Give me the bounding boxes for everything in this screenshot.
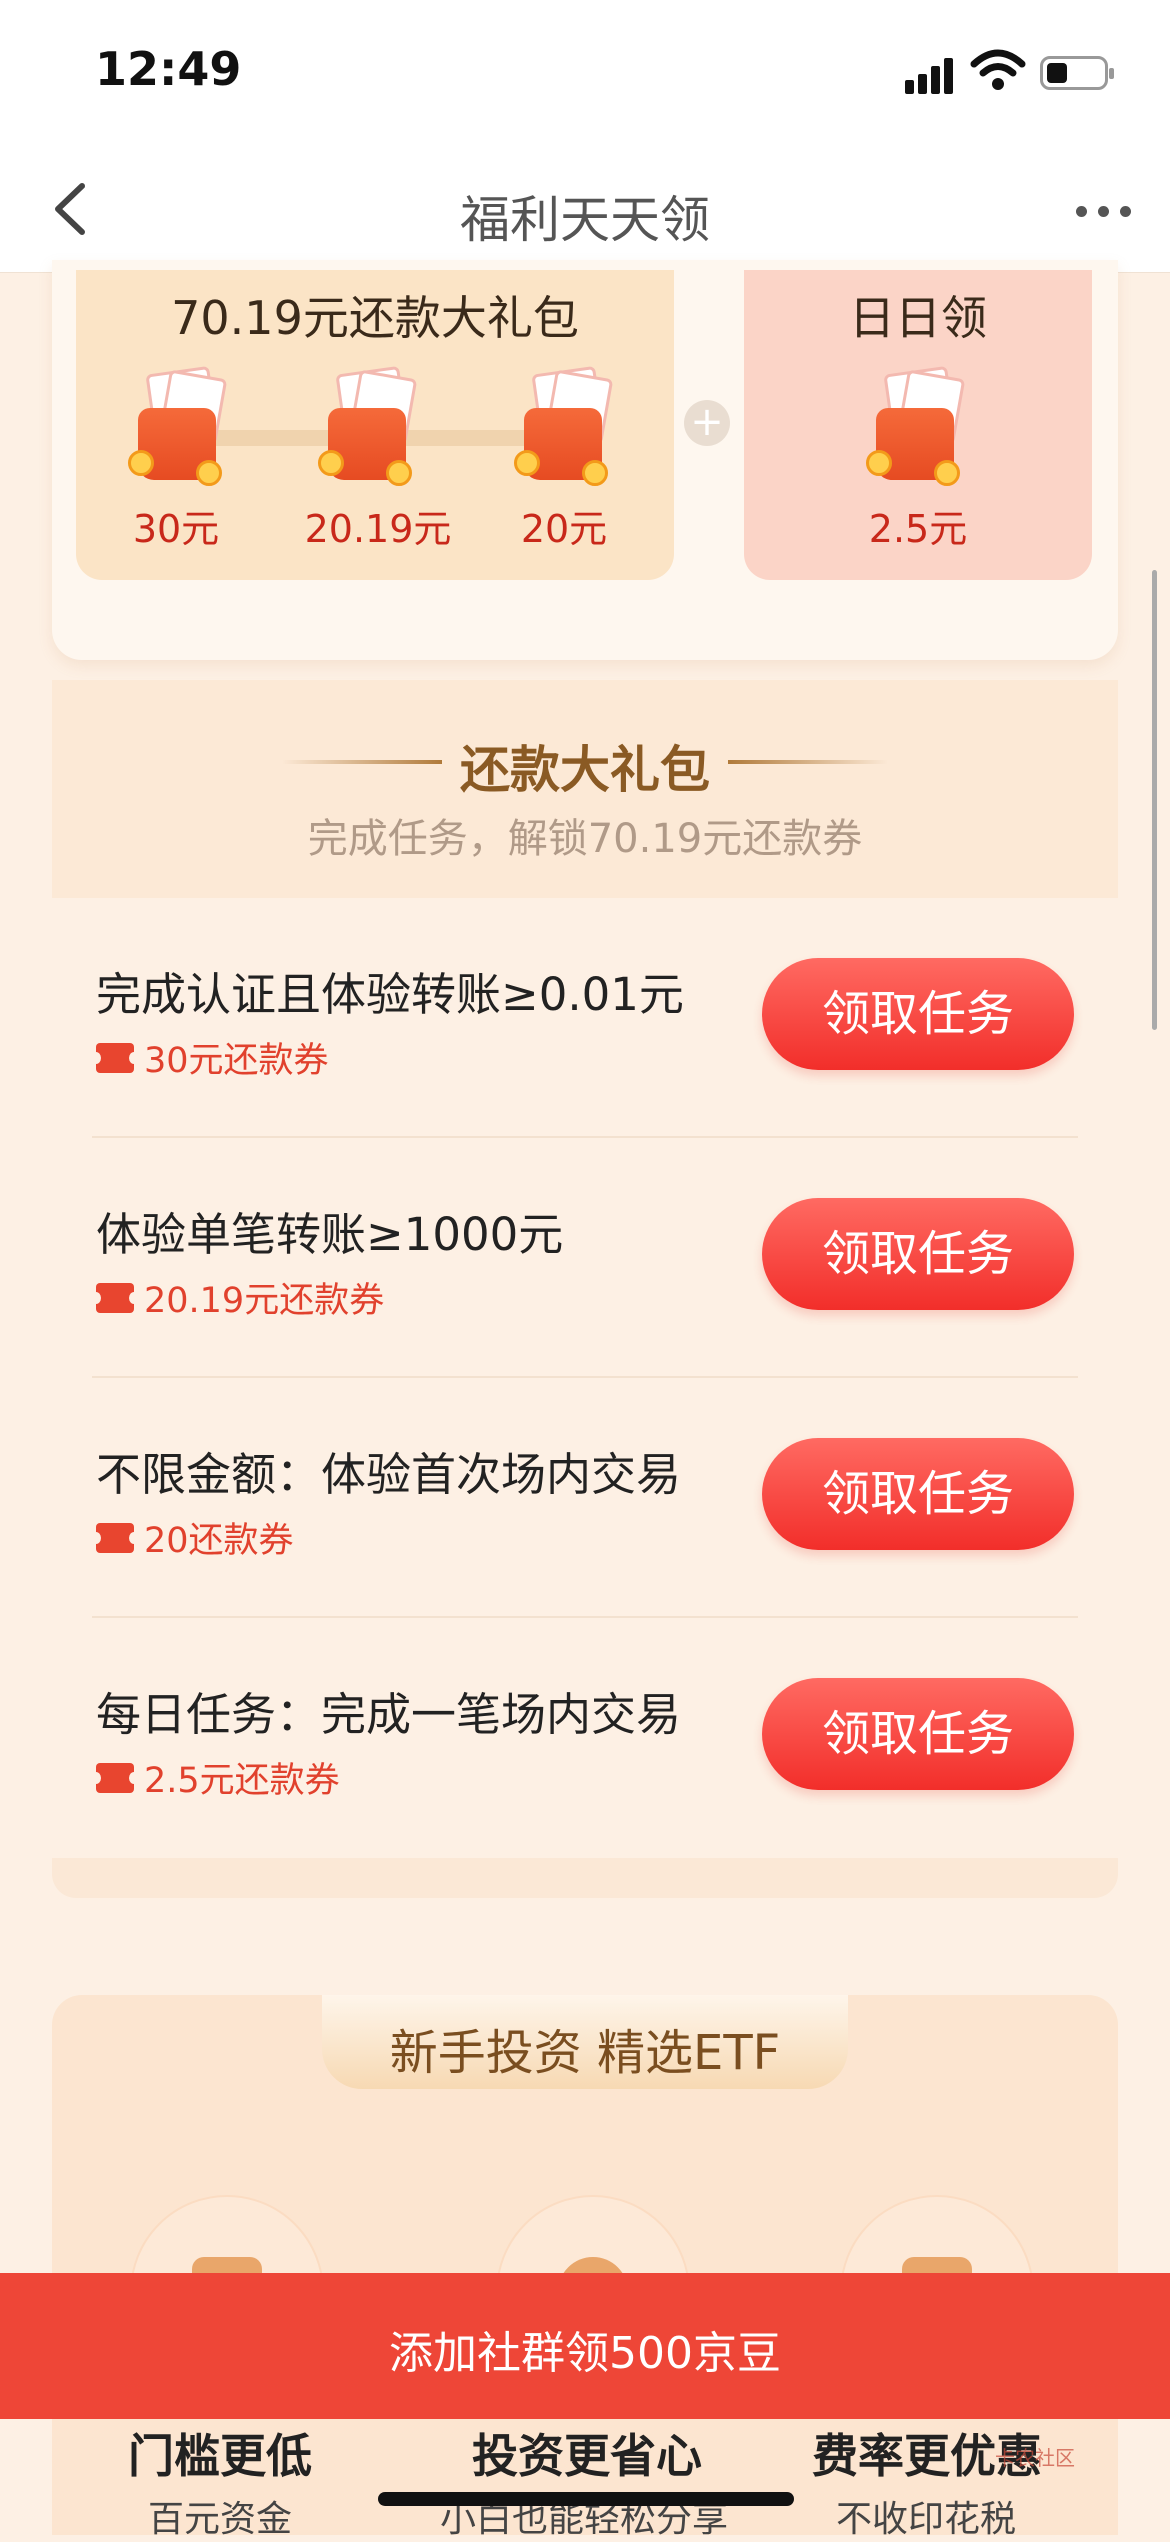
divider-line <box>728 760 888 764</box>
red-packet-icon <box>866 365 966 490</box>
watermark-logo: 卡农社区 <box>995 2446 1075 2470</box>
coupon-label: 30元还款券 <box>144 1041 329 1081</box>
task-name: 体验单笔转账≥1000元 <box>96 1208 564 1261</box>
red-packet-icon <box>514 365 614 490</box>
battery-icon <box>1040 56 1114 90</box>
task-name: 不限金额：体验首次场内交易 <box>96 1448 682 1501</box>
more-options-icon[interactable] <box>1070 180 1140 240</box>
package-amount-1: 30元 <box>132 507 220 551</box>
daily-title: 日日领 <box>849 291 987 345</box>
scrollbar[interactable] <box>1152 570 1157 1030</box>
section-title: 还款大礼包 <box>460 741 710 799</box>
coupon-label: 20.19元还款券 <box>144 1281 385 1321</box>
status-time: 12:49 <box>95 42 242 96</box>
package-title: 70.19元还款大礼包 <box>171 291 579 345</box>
task-name: 每日任务：完成一笔场内交易 <box>96 1688 682 1741</box>
task-coupon: 30元还款券 <box>91 1032 329 1083</box>
coupon-label: 2.5元还款券 <box>144 1761 340 1801</box>
feature-subtitle: 百元资金 <box>148 2499 293 2540</box>
task-name: 完成认证且体验转账≥0.01元 <box>96 968 684 1021</box>
task-list-footer <box>52 1858 1118 1898</box>
coupon-label: 20还款券 <box>144 1521 294 1561</box>
repayment-package: 70.19元还款大礼包 30元 20.19元 20元 <box>76 270 674 580</box>
ticket-icon <box>91 1282 139 1313</box>
nav-bar: 福利天天领 <box>0 150 1170 273</box>
claim-task-button[interactable]: 领取任务 <box>762 1678 1074 1790</box>
package-amount-2: 20.19元 <box>304 507 452 551</box>
task-coupon: 20.19元还款券 <box>91 1272 385 1323</box>
daily-package: 日日领 2.5元 <box>744 270 1092 580</box>
claim-task-button[interactable]: 领取任务 <box>762 1198 1074 1310</box>
package-amount-3: 20元 <box>520 507 608 551</box>
status-bar: 12:49 <box>0 0 1170 150</box>
task-row: 不限金额：体验首次场内交易 20还款券 领取任务 <box>52 1378 1118 1618</box>
task-list: 完成认证且体验转账≥0.01元 30元还款券 领取任务 体验单笔转账≥1000元… <box>52 898 1118 1858</box>
page-title: 福利天天领 <box>460 191 710 249</box>
task-coupon: 20还款券 <box>91 1512 294 1563</box>
claim-task-button[interactable]: 领取任务 <box>762 958 1074 1070</box>
etf-title: 新手投资 精选ETF <box>389 2025 781 2081</box>
banner-text: 添加社群领500京豆 <box>389 2328 781 2379</box>
red-packet-icon <box>318 365 418 490</box>
section-header: 还款大礼包 完成任务，解锁70.19元还款券 <box>52 680 1118 898</box>
etf-tab: 新手投资 精选ETF <box>322 1995 848 2089</box>
feature-title: 门槛更低 <box>128 2429 312 2483</box>
task-row: 完成认证且体验转账≥0.01元 30元还款券 领取任务 <box>52 898 1118 1138</box>
feature-subtitle: 不收印花税 <box>836 2499 1017 2540</box>
section-subtitle: 完成任务，解锁70.19元还款券 <box>307 816 863 862</box>
task-row: 每日任务：完成一笔场内交易 2.5元还款券 领取任务 <box>52 1618 1118 1858</box>
claim-task-button[interactable]: 领取任务 <box>762 1438 1074 1550</box>
wifi-icon <box>970 49 1026 90</box>
ticket-icon <box>91 1522 139 1553</box>
plus-icon: + <box>684 400 730 446</box>
ticket-icon <box>91 1042 139 1073</box>
task-coupon: 2.5元还款券 <box>91 1752 340 1803</box>
cellular-signal-icon <box>905 54 957 94</box>
join-group-banner[interactable]: 添加社群领500京豆 <box>0 2273 1170 2419</box>
task-row: 体验单笔转账≥1000元 20.19元还款券 领取任务 <box>52 1138 1118 1378</box>
ticket-icon <box>91 1762 139 1793</box>
red-packet-icon <box>128 365 228 490</box>
daily-amount: 2.5元 <box>868 507 968 551</box>
home-indicator[interactable] <box>378 2492 794 2506</box>
feature-title: 投资更省心 <box>472 2429 702 2483</box>
